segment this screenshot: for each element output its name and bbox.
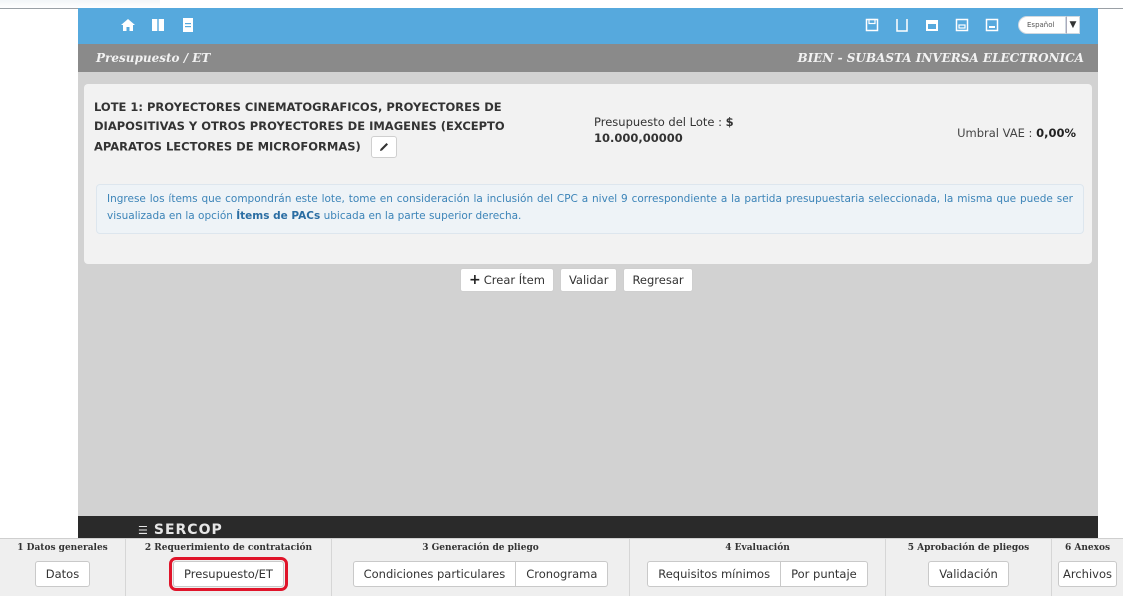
step-title: 2 Requerimiento de contratación [144,543,313,553]
footer: ☰ SERCOP [78,516,1098,538]
presupuesto-et-button[interactable]: Presupuesto/ET [169,557,288,591]
info-message: Ingrese los ítems que compondrán este lo… [96,184,1084,234]
validate-button[interactable]: Validar [559,268,618,292]
process-type: BIEN - SUBASTA INVERSA ELECTRONICA [797,51,1084,65]
step-title: 6 Anexos [1064,543,1111,553]
lote-budget: Presupuesto del Lote : $ 10.000,00000 [594,114,734,146]
logo-text: SERCOP [153,522,223,538]
document-icon[interactable] [180,17,196,33]
archivos-button[interactable]: Archivos [1058,561,1117,587]
step-3: 3 Generación de pliego Condiciones parti… [332,539,630,596]
step-5: 5 Aprobación de pliegos Validación [886,539,1052,596]
book-icon[interactable] [150,17,166,33]
language-select[interactable]: Español ▼ [1018,15,1080,35]
condiciones-particulares-button[interactable]: Condiciones particulares [352,561,517,587]
create-item-label: Crear Ítem [483,273,545,287]
plus-icon: + [469,272,481,288]
screen: Español ▼ Presupuesto / ET BIEN - SUBAST… [0,0,1123,596]
step-2: 2 Requerimiento de contratación Presupue… [126,539,332,596]
lote-title-text: LOTE 1: PROYECTORES CINEMATOGRAFICOS, PR… [94,100,505,154]
pencil-icon [379,143,388,151]
export-icon[interactable] [984,17,1000,33]
info-text-after: ubicada en la parte superior derecha. [320,210,522,222]
requisitos-minimos-button[interactable]: Requisitos mínimos [647,561,782,587]
step-4: 4 Evaluación Requisitos mínimos Por punt… [630,539,886,596]
umbral-value: 0,00% [1036,126,1076,140]
cronograma-button[interactable]: Cronograma [516,561,609,587]
back-button[interactable]: Regresar [623,268,693,292]
sercop-logo: ☰ SERCOP [138,522,223,538]
save-icon[interactable] [864,17,880,33]
por-puntaje-button[interactable]: Por puntaje [781,561,868,587]
datos-button[interactable]: Datos [34,561,91,587]
step-title: 4 Evaluación [725,543,790,553]
edit-lote-button[interactable] [370,136,397,158]
logo-mark: ☰ [138,523,149,537]
step-1: 1 Datos generales Datos [0,539,126,596]
budget-currency: $ [725,115,734,129]
wizard-steps: 1 Datos generales Datos 2 Requerimiento … [0,538,1123,596]
step-6: 6 Anexos Archivos [1052,539,1123,596]
action-bar: + Crear Ítem Validar Regresar [460,268,693,294]
budget-label: Presupuesto del Lote : [594,115,722,129]
clipboard-icon[interactable] [894,17,910,33]
home-icon[interactable] [120,17,136,33]
create-item-button[interactable]: + Crear Ítem [460,268,554,292]
step-title: 5 Aprobación de pliegos [907,543,1030,553]
validacion-button[interactable]: Validación [928,561,1009,587]
chevron-down-icon[interactable]: ▼ [1066,16,1080,34]
save-draft-icon[interactable] [954,17,970,33]
language-value[interactable]: Español [1018,16,1066,34]
calendar-icon[interactable] [924,17,940,33]
items-pac-link[interactable]: Ítems de PACs [236,210,320,222]
umbral-vae: Umbral VAE : 0,00% [957,126,1076,140]
umbral-label: Umbral VAE : [957,126,1033,140]
budget-value: 10.000,00000 [594,131,683,145]
section-header: Presupuesto / ET BIEN - SUBASTA INVERSA … [78,44,1098,72]
step-title: 3 Generación de pliego [422,543,539,553]
breadcrumb: Presupuesto / ET [96,51,211,65]
top-toolbar: Español ▼ [78,8,1098,44]
lote-card: LOTE 1: PROYECTORES CINEMATOGRAFICOS, PR… [84,84,1092,264]
lote-title: LOTE 1: PROYECTORES CINEMATOGRAFICOS, PR… [94,98,564,158]
browser-edge [0,0,160,8]
app-window: Español ▼ Presupuesto / ET BIEN - SUBAST… [78,8,1098,538]
step-title: 1 Datos generales [17,543,108,553]
